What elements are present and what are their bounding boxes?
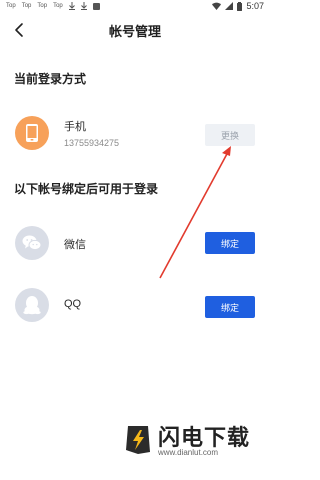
signal-icon (225, 2, 234, 10)
watermark-url: www.dianlut.com (158, 448, 219, 457)
status-time: 5:07 (246, 1, 264, 11)
download-icon (80, 2, 87, 10)
battery-icon (237, 1, 243, 11)
notification-label: Top (21, 3, 32, 9)
phone-avatar (15, 116, 49, 150)
wechat-icon (22, 235, 42, 251)
bind-section-title: 以下帐号绑定后可用于登录 (14, 182, 159, 196)
notification-label: Top (53, 3, 63, 9)
app-notification-icon (92, 2, 100, 10)
page-title: 帐号管理 (108, 25, 161, 40)
status-system: 5:07 (212, 1, 264, 11)
notification-label: Top (6, 3, 16, 9)
qq-avatar (15, 288, 49, 322)
wifi-icon (212, 2, 222, 10)
bind-wechat-button[interactable]: 绑定 (205, 232, 255, 254)
mobile-phone-icon (26, 124, 38, 142)
qq-icon (23, 296, 41, 315)
login-method-label: 手机 (64, 120, 86, 133)
qq-label: QQ (64, 298, 82, 310)
bind-qq-button[interactable]: 绑定 (205, 296, 255, 318)
current-login-title: 当前登录方式 (14, 72, 87, 86)
status-notifications: Top Top Top Top (6, 2, 100, 10)
wechat-avatar (15, 226, 49, 260)
header: 帐号管理 (0, 16, 270, 44)
status-bar: Top Top Top Top 5:07 (0, 0, 270, 14)
phone-number: 13755934275 (64, 138, 120, 148)
download-icon (68, 2, 75, 10)
watermark: 闪电下载 www.dianlut.com (122, 418, 262, 466)
wechat-label: 微信 (64, 238, 86, 251)
lightning-logo-icon (126, 426, 150, 454)
change-button[interactable]: 更换 (205, 124, 255, 146)
notification-label: Top (37, 3, 48, 9)
